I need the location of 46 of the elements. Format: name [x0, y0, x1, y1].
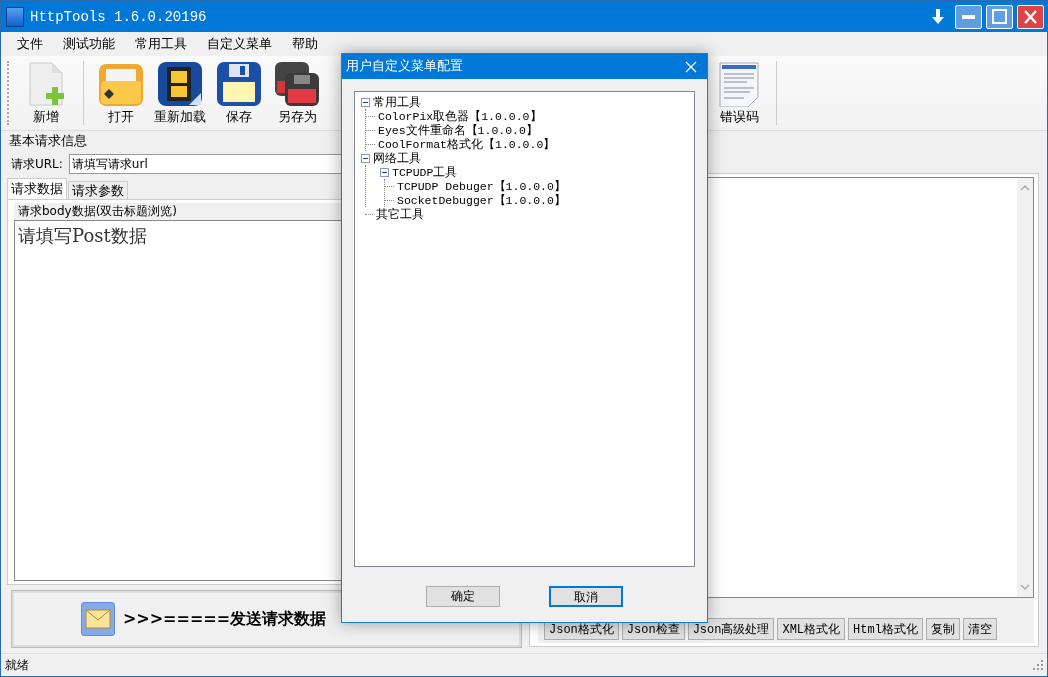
collapse-box-icon[interactable] — [361, 153, 370, 163]
tab[interactable]: 请求数据 — [7, 178, 67, 199]
menu-item[interactable]: 常用工具 — [125, 35, 197, 53]
status-text: 就绪 — [5, 656, 29, 674]
close-button[interactable] — [1017, 4, 1044, 29]
format-button[interactable]: XML格式化 — [777, 618, 846, 640]
tree-item[interactable]: TCPUDP Debuger【1.0.0.0】 — [397, 178, 566, 194]
collapse-box-icon[interactable] — [380, 167, 389, 177]
dialog-title: 用户自定义菜单配置 — [346, 58, 463, 75]
tree-item[interactable]: ColorPix取色器【1.0.0.0】 — [378, 108, 542, 124]
tree-item[interactable]: CoolFormat格式化【1.0.0.0】 — [378, 136, 556, 152]
envelope-icon — [80, 602, 115, 636]
toolbar-button[interactable]: 新增 — [17, 60, 75, 126]
document-icon — [717, 60, 761, 107]
menu-item[interactable]: 文件 — [7, 35, 53, 53]
dialog-button[interactable]: 确定 — [426, 586, 501, 607]
floppy-disks-icon — [274, 60, 320, 107]
resize-grip-icon — [1033, 660, 1043, 670]
close-button[interactable] — [685, 60, 697, 73]
tree-item[interactable]: 其它工具 — [376, 206, 424, 222]
tree-item[interactable]: 常用工具 — [373, 94, 421, 110]
menu-item[interactable]: 测试功能 — [53, 35, 125, 53]
toolbar-button[interactable]: 打开 — [92, 60, 150, 126]
menu-item[interactable]: 自定义菜单 — [197, 35, 282, 53]
dialog-button[interactable]: 取消 — [548, 586, 623, 607]
tab[interactable]: 请求参数 — [68, 181, 128, 199]
format-button[interactable]: 复制 — [925, 618, 960, 640]
tree-item[interactable]: Eyes文件重命名【1.0.0.0】 — [378, 122, 538, 138]
format-button[interactable]: Html格式化 — [848, 618, 923, 640]
film-icon — [157, 60, 203, 107]
download-icon[interactable] — [931, 7, 945, 26]
maximize-button[interactable] — [986, 4, 1013, 29]
minimize-icon — [962, 14, 975, 19]
toolbar-button[interactable]: 重新加载 — [150, 60, 210, 126]
toolbar-button[interactable]: 保存 — [210, 60, 268, 126]
minimize-button[interactable] — [955, 4, 982, 29]
group-title: 基本请求信息 — [9, 133, 87, 150]
format-button[interactable]: Json高级处理 — [687, 618, 775, 640]
menu-item[interactable]: 帮助 — [282, 35, 328, 53]
collapse-box-icon[interactable] — [361, 97, 370, 107]
window-title: HttpTools 1.6.0.20196 — [30, 8, 207, 25]
toolbar-button[interactable]: 错误码 — [710, 60, 768, 126]
format-button[interactable]: 清空 — [962, 618, 997, 640]
app-icon — [6, 6, 24, 27]
url-label: 请求URL: — [11, 155, 63, 173]
toolbar-button[interactable]: 另存为 — [268, 60, 326, 126]
